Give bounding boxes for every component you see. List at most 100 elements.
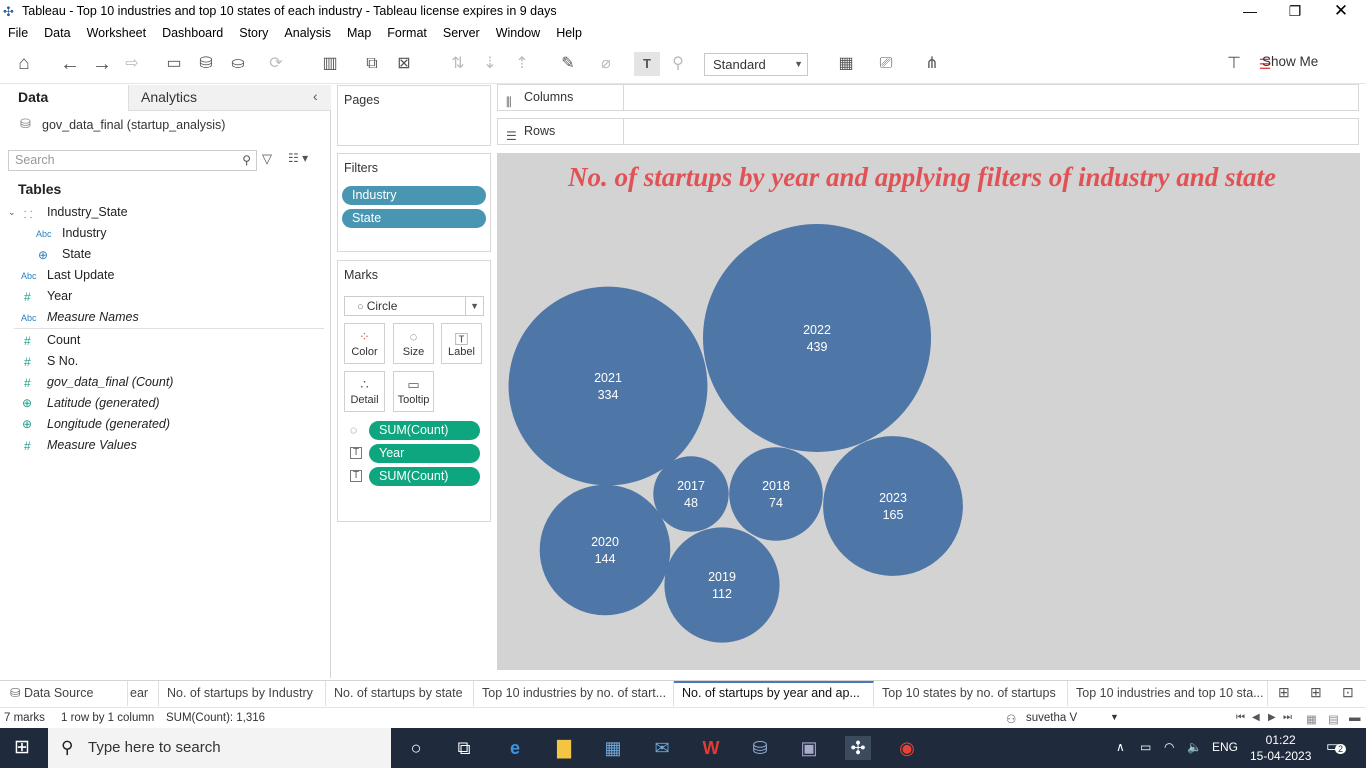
sheet-tab[interactable]: ear xyxy=(128,681,159,706)
sheet-tab[interactable]: No. of startups by Industry xyxy=(159,681,326,706)
format-painter-icon[interactable]: ⊤ xyxy=(1222,52,1246,76)
show-labels-icon[interactable]: T xyxy=(634,52,660,76)
next-sheet-icon[interactable]: ▶ xyxy=(1268,712,1276,723)
filter-pill-industry[interactable]: Industry xyxy=(342,186,486,205)
chrome-icon[interactable]: ◉ xyxy=(894,736,920,760)
bubble-mark[interactable] xyxy=(508,286,708,486)
field-industry[interactable]: Industry xyxy=(62,226,106,240)
tabs-icon[interactable]: ▬ xyxy=(1349,712,1361,724)
new-worksheet-icon[interactable]: ▥ xyxy=(318,52,342,76)
task-view-icon[interactable]: ⧉ xyxy=(451,736,477,760)
new-dashboard-icon[interactable]: ⊞ xyxy=(1310,684,1322,701)
filters-card[interactable]: Filters Industry State xyxy=(337,153,491,252)
filter-icon[interactable]: ▽ xyxy=(262,151,272,167)
tab-analytics[interactable]: Analytics xyxy=(128,85,331,111)
sheet-sorter-icon[interactable]: ▦ xyxy=(1306,712,1317,726)
color-button[interactable]: ⁘ Color xyxy=(344,323,385,364)
new-story-icon[interactable]: ⊡ xyxy=(1342,684,1354,701)
sheet-tab[interactable]: Top 10 industries by no. of start... xyxy=(474,681,674,706)
bubble-chart[interactable]: 2017 48 2018 74 2019 112 2020 144 2021 334 2022 439… xyxy=(497,153,1360,670)
bubble-2023[interactable]: 2023 165 xyxy=(823,436,963,576)
presentation-mode-icon[interactable]: ⎚ xyxy=(874,52,898,76)
mark-type-dropdown[interactable]: ○ Circle ▼ xyxy=(344,296,484,316)
prev-sheet-icon[interactable]: ◀ xyxy=(1252,712,1260,723)
field-measure-names[interactable]: Measure Names xyxy=(47,310,139,324)
edge-icon[interactable]: e xyxy=(502,736,528,760)
pause-updates-icon[interactable]: ⛀ xyxy=(226,52,250,76)
menu-story[interactable]: Story xyxy=(231,24,276,40)
mail-icon[interactable]: ✉ xyxy=(649,736,675,760)
first-sheet-icon[interactable]: ⏮ xyxy=(1236,712,1245,723)
menu-analysis[interactable]: Analysis xyxy=(276,24,339,40)
view-options-icon[interactable]: ☷ ▾ xyxy=(288,151,308,165)
columns-shelf[interactable]: ⫼ Columns xyxy=(497,84,1359,111)
language-indicator[interactable]: ENG xyxy=(1212,740,1238,754)
show-cards-icon[interactable]: ▦ xyxy=(834,52,858,76)
field-year[interactable]: Year xyxy=(47,289,72,303)
mysql-icon[interactable]: ⛁ xyxy=(747,736,773,760)
new-worksheet-icon[interactable]: ⊞ xyxy=(1278,684,1290,701)
restore-button[interactable]: ❐ xyxy=(1272,0,1318,24)
field-count[interactable]: Count xyxy=(47,333,80,347)
file-explorer-icon[interactable]: ▇ xyxy=(551,736,577,760)
marks-pill-sum-count-size[interactable]: SUM(Count) xyxy=(369,421,480,440)
windows-start-icon[interactable]: ⊞ xyxy=(14,738,30,758)
redo-icon[interactable]: → xyxy=(90,52,114,76)
detail-button[interactable]: ∴ Detail xyxy=(344,371,385,412)
sheet-tab[interactable]: Top 10 states by no. of startups xyxy=(874,681,1068,706)
field-industry-state[interactable]: Industry_State xyxy=(47,205,128,219)
show-me-button[interactable]: Show Me xyxy=(1262,54,1318,69)
wifi-icon[interactable]: ◠ xyxy=(1164,740,1174,754)
bubble-mark[interactable] xyxy=(664,527,780,643)
tab-data-source[interactable]: ⛁ Data Source xyxy=(0,681,128,706)
bubble-mark[interactable] xyxy=(539,484,671,616)
clear-sheet-icon[interactable]: ⊠ xyxy=(392,52,416,76)
bubble-mark[interactable] xyxy=(823,436,963,576)
bubble-2022[interactable]: 2022 439 xyxy=(703,224,931,452)
field-gov-data-count[interactable]: gov_data_final (Count) xyxy=(47,375,173,389)
menu-file[interactable]: File xyxy=(0,24,36,40)
tab-data[interactable]: Data xyxy=(0,85,128,111)
bubble-mark[interactable] xyxy=(729,447,823,541)
field-last-update[interactable]: Last Update xyxy=(47,268,114,282)
menu-worksheet[interactable]: Worksheet xyxy=(79,24,155,40)
store-icon[interactable]: ▦ xyxy=(600,736,626,760)
bubble-2020[interactable]: 2020 144 xyxy=(539,484,671,616)
menu-map[interactable]: Map xyxy=(339,24,379,40)
size-button[interactable]: ◌ Size xyxy=(393,323,434,364)
swap-icon[interactable]: ⇅ xyxy=(446,52,470,76)
duplicate-sheet-icon[interactable]: ⧉ xyxy=(360,52,384,76)
sheet-tab[interactable]: No. of startups by state xyxy=(326,681,474,706)
bubble-2019[interactable]: 2019 112 xyxy=(664,527,780,643)
expand-chevron-icon[interactable]: ⌄ xyxy=(8,207,16,218)
status-user[interactable]: suvetha V xyxy=(1026,712,1077,724)
share-icon[interactable]: ⋔ xyxy=(920,52,944,76)
sheet-tab[interactable]: Top 10 industries and top 10 sta... xyxy=(1068,681,1268,706)
field-state[interactable]: State xyxy=(62,247,91,261)
taskbar-search-input[interactable]: ⚲ Type here to search xyxy=(48,728,391,768)
filmstrip-icon[interactable]: ▤ xyxy=(1328,712,1339,726)
chevron-up-icon[interactable]: ∧ xyxy=(1116,740,1125,754)
marks-pill-year[interactable]: Year xyxy=(369,444,480,463)
battery-icon[interactable]: ▭ xyxy=(1140,740,1151,754)
marks-pill-sum-count-label[interactable]: SUM(Count) xyxy=(369,467,480,486)
menu-window[interactable]: Window xyxy=(488,24,548,40)
home-icon[interactable]: ⌂ xyxy=(12,52,36,76)
notifications-icon[interactable]: ▭ 2 xyxy=(1326,737,1347,755)
cortana-icon[interactable]: ○ xyxy=(403,736,429,760)
fit-dropdown[interactable]: Standard ▼ xyxy=(704,53,808,76)
bubble-mark[interactable] xyxy=(703,224,931,452)
tableau-taskbar-icon[interactable]: ✣ xyxy=(845,736,871,760)
tooltip-button[interactable]: ▭ Tooltip xyxy=(393,371,434,412)
search-input[interactable]: Search ⚲ xyxy=(8,150,257,171)
refresh-icon[interactable]: ⟳ xyxy=(264,52,288,76)
sort-asc-icon[interactable]: ⇣ xyxy=(478,52,502,76)
sheet-tab-active[interactable]: No. of startups by year and ap... xyxy=(674,681,874,706)
field-latitude[interactable]: Latitude (generated) xyxy=(47,396,160,410)
menu-data[interactable]: Data xyxy=(36,24,78,40)
highlight-icon[interactable]: ✎ xyxy=(556,52,580,76)
wps-office-icon[interactable]: W xyxy=(698,736,724,760)
sort-desc-icon[interactable]: ⇡ xyxy=(510,52,534,76)
minimize-button[interactable]: — xyxy=(1227,0,1273,24)
menu-format[interactable]: Format xyxy=(379,24,435,40)
